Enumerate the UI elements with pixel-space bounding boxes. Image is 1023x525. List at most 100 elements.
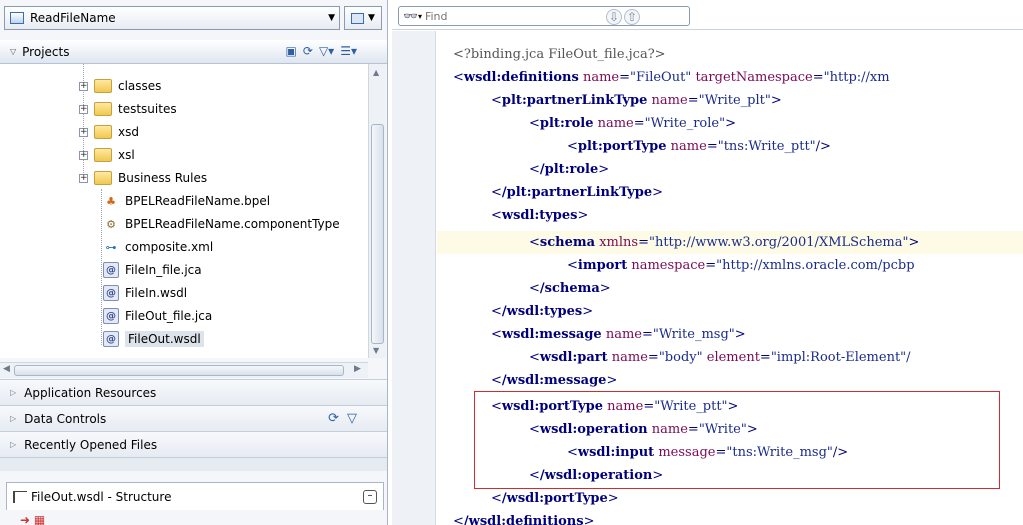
tree-item-label: FileOut_file.jca	[125, 309, 213, 323]
binoculars-icon[interactable]: 👓	[403, 9, 418, 23]
find-previous-icon[interactable]: ⇧	[624, 9, 640, 25]
filter-icon[interactable]: ▽▾	[319, 44, 334, 58]
expand-plus-icon[interactable]: +	[79, 150, 88, 160]
tree-item-filein-jca[interactable]: @ FileIn_file.jca	[103, 260, 202, 280]
application-resources-accordion[interactable]: ▷ Application Resources	[0, 379, 387, 405]
expand-triangle-icon[interactable]: ▷	[10, 388, 16, 397]
application-resources-label: Application Resources	[24, 385, 157, 400]
code-line: </schema>	[529, 281, 611, 296]
tree-item-label: xsl	[118, 148, 135, 162]
tree-vertical-scrollbar[interactable]: ▲ ▼	[368, 64, 386, 358]
code-line: </wsdl:message>	[491, 373, 618, 388]
structure-panel-title: FileOut.wsdl - Structure	[31, 489, 172, 504]
collapse-triangle-icon[interactable]: ▽	[10, 47, 16, 56]
expand-plus-icon[interactable]: +	[79, 127, 88, 137]
expand-plus-icon[interactable]: +	[79, 81, 88, 91]
structure-toolbar-icons[interactable]: ➜ ▦	[20, 513, 45, 525]
navigator-display-options-icon[interactable]: ☰▾	[340, 44, 357, 58]
folder-icon	[94, 171, 112, 185]
expand-triangle-icon[interactable]: ▷	[10, 440, 16, 449]
recently-opened-accordion[interactable]: ▷ Recently Opened Files	[0, 431, 387, 457]
code-line: <wsdl:definitions name="FileOut" targetN…	[453, 70, 890, 85]
tree-item-business-rules[interactable]: + Business Rules	[79, 168, 207, 188]
code-line: <plt:role name="Write_role">	[529, 116, 736, 131]
application-menu-icon	[351, 12, 365, 24]
bpel-process-icon: ♣	[106, 194, 116, 208]
tree-item-label: Business Rules	[118, 171, 208, 185]
application-name: ReadFileName	[30, 11, 116, 25]
tree-item-testsuites[interactable]: + testsuites	[79, 99, 177, 119]
tree-item-label: BPELReadFileName.componentType	[125, 217, 340, 231]
minimize-icon[interactable]: –	[363, 489, 377, 504]
code-line: <plt:partnerLinkType name="Write_plt">	[491, 93, 782, 108]
file-at-icon: @	[103, 308, 119, 324]
find-input[interactable]	[424, 9, 605, 23]
folder-icon	[94, 79, 112, 93]
projects-panel-header[interactable]: ▽ Projects ▣ ⟳ ▽▾ ☰▾	[0, 40, 387, 64]
code-line: <wsdl:part name="body" element="impl:Roo…	[529, 350, 911, 365]
tree-item-component-type[interactable]: ⚙ BPELReadFileName.componentType	[103, 214, 340, 234]
editor-toolbar: 👓 ▾ ⇩ ⇧	[392, 0, 1023, 30]
file-at-icon: @	[103, 331, 119, 347]
refresh-icon[interactable]: ⟳	[328, 411, 339, 426]
editor-gutter	[392, 31, 436, 525]
data-controls-accordion[interactable]: ▷ Data Controls ⟳ ▽	[0, 405, 387, 431]
tree-item-composite[interactable]: ⊶ composite.xml	[103, 237, 214, 257]
code-line: <schema xmlns="http://www.w3.org/2001/XM…	[529, 235, 920, 250]
code-line: <plt:portType name="tns:Write_ptt"/>	[567, 139, 831, 154]
composite-icon: ⊶	[105, 240, 117, 254]
data-controls-label: Data Controls	[24, 411, 107, 426]
scroll-right-icon[interactable]: ▶	[354, 364, 361, 374]
tree-item-fileout-jca[interactable]: @ FileOut_file.jca	[103, 306, 212, 326]
application-selector[interactable]: ReadFileName ▼	[4, 6, 340, 30]
chevron-down-icon[interactable]: ▼	[328, 13, 335, 23]
application-menu-button[interactable]: ▼	[344, 6, 382, 30]
scrollbar-thumb[interactable]	[14, 365, 344, 376]
scroll-down-icon[interactable]: ▼	[373, 346, 379, 355]
code-line: </plt:role>	[529, 162, 610, 177]
scroll-left-icon[interactable]: ◀	[3, 364, 10, 374]
tree-item-fileout-wsdl[interactable]: @ FileOut.wsdl	[103, 329, 204, 349]
porttype-highlight-box	[474, 391, 1000, 489]
folder-icon	[94, 148, 112, 162]
filter-icon[interactable]: ▽	[347, 411, 357, 426]
recently-opened-label: Recently Opened Files	[24, 437, 158, 452]
refresh-icon[interactable]: ⟳	[303, 44, 313, 58]
tree-item-label-selected: FileOut.wsdl	[125, 331, 204, 347]
panel-splitter[interactable]	[0, 457, 387, 471]
structure-panel-tab[interactable]: FileOut.wsdl - Structure –	[6, 482, 384, 510]
scrollbar-thumb[interactable]	[371, 124, 384, 344]
expand-plus-icon[interactable]: +	[79, 104, 88, 114]
tree-item-filein-wsdl[interactable]: @ FileIn.wsdl	[103, 283, 187, 303]
tree-horizontal-scrollbar[interactable]: ◀ ▶	[0, 362, 368, 378]
code-line: <import namespace="http://xmlns.oracle.c…	[567, 258, 915, 273]
chevron-down-icon[interactable]: ▾	[418, 12, 422, 21]
file-at-icon: @	[103, 262, 119, 278]
find-next-icon[interactable]: ⇩	[606, 9, 622, 25]
application-navigator: ReadFileName ▼ ▼ ▽ Projects ▣ ⟳ ▽▾ ☰▾ + …	[0, 0, 388, 525]
tree-item-label: testsuites	[118, 102, 177, 116]
structure-icon	[13, 490, 27, 503]
file-at-icon: @	[103, 285, 119, 301]
expand-plus-icon[interactable]: +	[79, 173, 88, 183]
tree-item-label: composite.xml	[125, 240, 214, 254]
tree-item-bpel[interactable]: ♣ BPELReadFileName.bpel	[103, 191, 270, 211]
folder-icon	[94, 125, 112, 139]
tree-item-xsl[interactable]: + xsl	[79, 145, 135, 165]
scroll-up-icon[interactable]: ▲	[373, 68, 379, 77]
code-line: <wsdl:message name="Write_msg">	[491, 327, 746, 342]
tree-item-label: BPELReadFileName.bpel	[125, 194, 271, 208]
tree-item-label: FileIn_file.jca	[125, 263, 202, 277]
chevron-down-icon: ▼	[368, 13, 375, 23]
find-box[interactable]: 👓 ▾ ⇩ ⇧	[398, 6, 690, 26]
project-properties-icon[interactable]: ▣	[286, 44, 297, 58]
code-line: </wsdl:portType>	[491, 491, 619, 506]
tree-item-classes[interactable]: + classes	[79, 76, 161, 96]
tree-item-xsd[interactable]: + xsd	[79, 122, 139, 142]
code-line: <wsdl:types>	[491, 208, 589, 223]
folder-icon	[94, 102, 112, 116]
projects-title: Projects	[22, 44, 70, 59]
expand-triangle-icon[interactable]: ▷	[10, 414, 16, 423]
tree-item-label: classes	[118, 79, 162, 93]
code-line: </wsdl:definitions>	[453, 514, 595, 525]
